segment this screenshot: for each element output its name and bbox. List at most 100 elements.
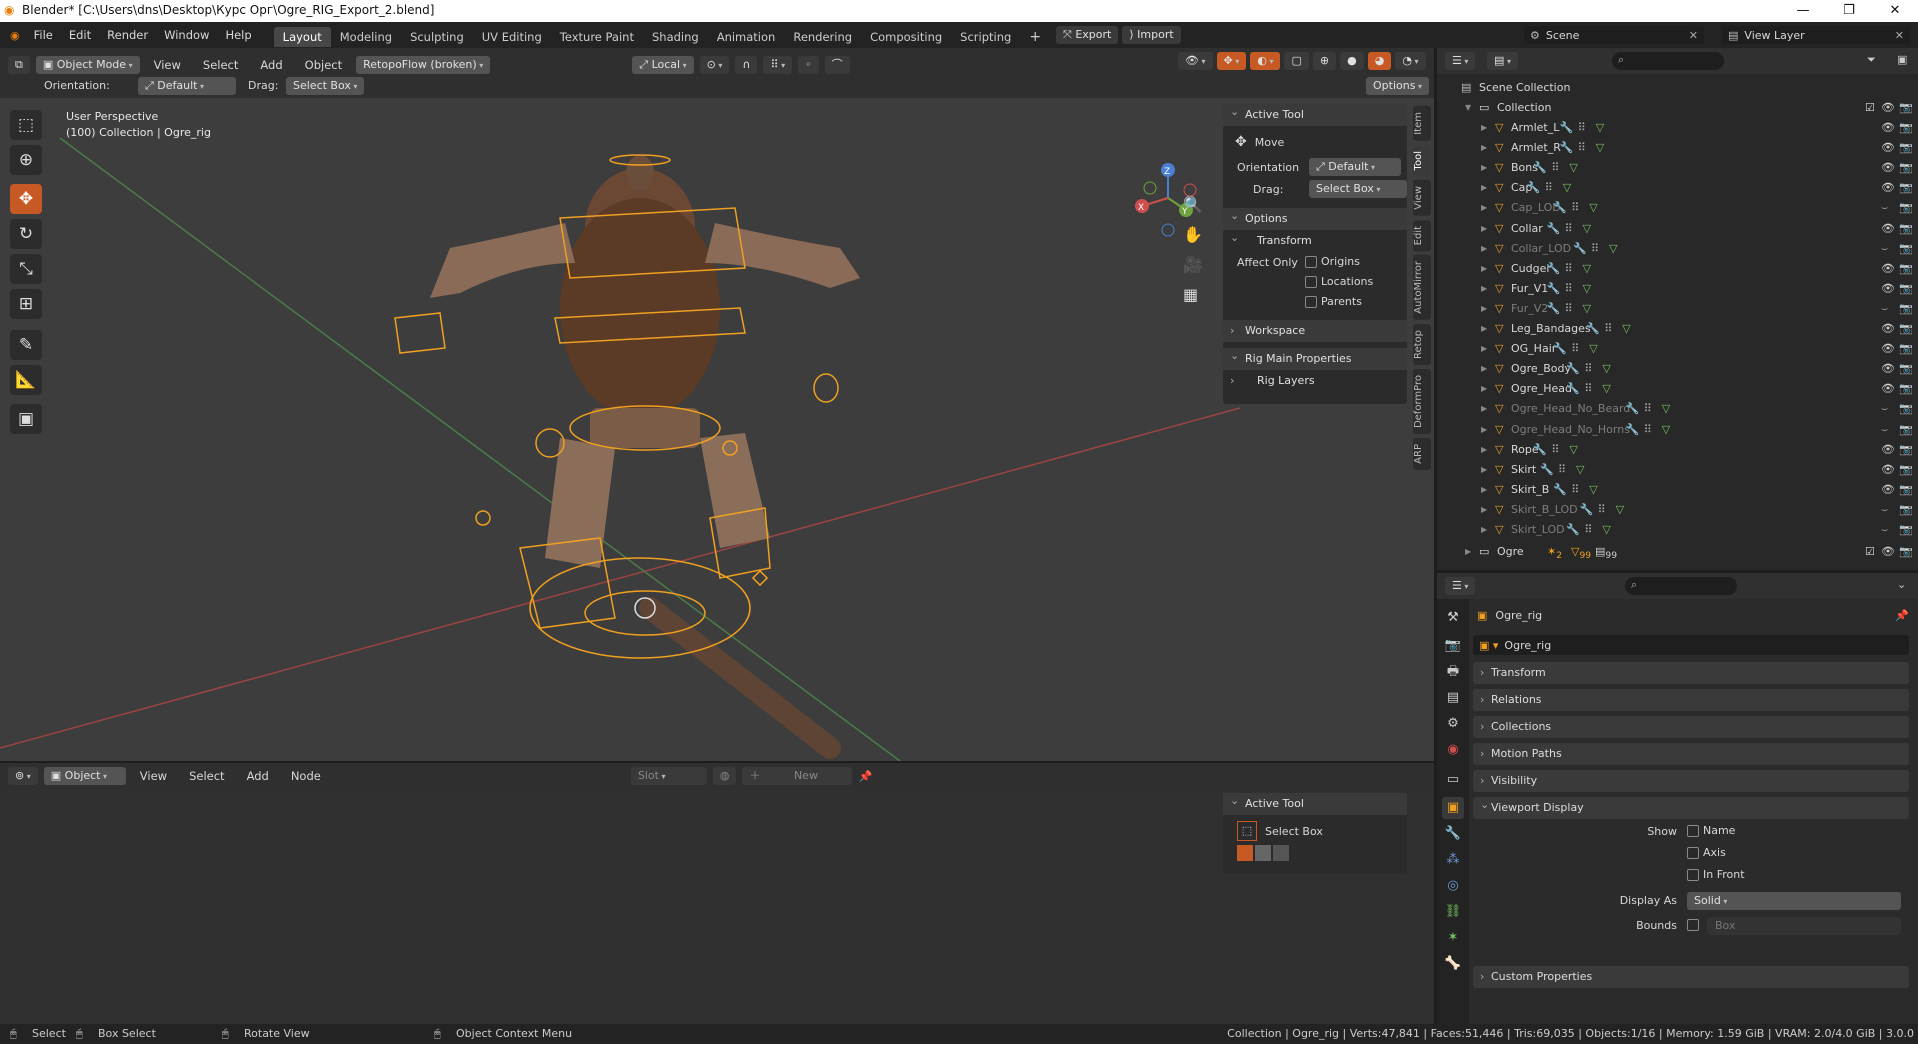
mesh-data-icon[interactable]: ▽ (1569, 440, 1577, 460)
vertex-group-icon[interactable]: ⠿ (1571, 480, 1579, 500)
expand-arrow-icon[interactable]: ▶ (1481, 500, 1487, 520)
vertex-group-icon[interactable]: ⠿ (1598, 500, 1606, 520)
vertex-group-icon[interactable]: ⠿ (1584, 359, 1592, 379)
mesh-data-icon[interactable]: ▽ (1602, 520, 1610, 540)
outliner-item[interactable]: ▶ ▽ Fur_V1 🔧 ⠿ ▽ 👁 📷 (1437, 279, 1918, 299)
affect-parents-checkbox[interactable]: Parents (1305, 295, 1362, 308)
vertex-group-icon[interactable]: ⠿ (1545, 178, 1553, 198)
show-in-front-checkbox[interactable]: In Front (1687, 868, 1745, 881)
camera-render-icon[interactable]: 📷 (1899, 542, 1913, 562)
modifier-wrench-icon[interactable]: 🔧 (1626, 420, 1640, 440)
outliner-item[interactable]: ▶ ▽ Skirt_LOD 🔧 ⠿ ▽ ⌣ 📷 (1437, 520, 1918, 540)
outliner-item[interactable]: ▶ ▽ Collar_LOD 🔧 ⠿ ▽ ⌣ 📷 (1437, 239, 1918, 259)
camera-render-icon[interactable]: 📷 (1899, 359, 1913, 379)
gizmo-toggle[interactable]: ✥ (1216, 52, 1247, 70)
retopoflow-menu[interactable]: RetopoFlow (broken) (356, 56, 491, 74)
maximize-button[interactable]: ❐ (1826, 0, 1872, 22)
sidebar-tab-arp[interactable]: ARP (1413, 438, 1431, 470)
mesh-data-icon[interactable]: ▽ (1583, 219, 1591, 239)
exclude-checkbox-icon[interactable]: ☑ (1865, 98, 1875, 118)
close-icon[interactable]: ✕ (1895, 29, 1910, 42)
ortho-grid-icon[interactable]: ▦ (1183, 285, 1198, 304)
view-layer-tab-icon[interactable]: ▤ (1442, 687, 1464, 709)
modifier-wrench-icon[interactable]: 🔧 (1553, 198, 1567, 218)
hidden-eye-icon[interactable]: ⌣ (1881, 239, 1888, 259)
modifier-wrench-icon[interactable]: 🔧 (1566, 359, 1580, 379)
modifier-wrench-icon[interactable]: 🔧 (1527, 178, 1541, 198)
object-tab-icon[interactable]: ▣ (1442, 797, 1464, 819)
mesh-data-icon[interactable]: ▽ (1589, 198, 1597, 218)
mesh-data-icon[interactable]: ▽ (1616, 500, 1624, 520)
mesh-data-icon[interactable]: ▽ (1563, 178, 1571, 198)
transform-section[interactable]: Transform (1473, 662, 1909, 684)
modifier-wrench-icon[interactable]: 🔧 (1547, 279, 1561, 299)
expand-arrow-icon[interactable]: ▶ (1481, 239, 1487, 259)
export-button[interactable]: ⤧ Export (1056, 26, 1119, 44)
menu-render[interactable]: Render (99, 22, 156, 48)
modifier-wrench-icon[interactable]: 🔧 (1547, 299, 1561, 319)
tab-rendering[interactable]: Rendering (784, 27, 861, 47)
outliner-item[interactable]: ▶ ▽ Skirt 🔧 ⠿ ▽ 👁 📷 (1437, 460, 1918, 480)
shader-menu-view[interactable]: View (132, 763, 175, 789)
expand-arrow-icon[interactable]: ▶ (1481, 399, 1487, 419)
mesh-data-icon[interactable]: ▽ (1589, 339, 1597, 359)
mesh-data-icon[interactable]: ▽ (1569, 158, 1577, 178)
snap-toggle[interactable]: ∩ (735, 56, 758, 74)
tab-scripting[interactable]: Scripting (951, 27, 1020, 47)
rig-layers-subheader[interactable]: Rig Layers (1223, 370, 1407, 392)
modifier-wrench-icon[interactable]: 🔧 (1540, 460, 1554, 480)
visibility-selector[interactable]: 👁 (1178, 52, 1213, 70)
expand-arrow-icon[interactable]: ▶ (1481, 178, 1487, 198)
expand-arrow-icon[interactable]: ▶ (1481, 158, 1487, 178)
particles-tab-icon[interactable]: ⁂ (1442, 849, 1464, 871)
falloff-selector[interactable]: ⌒ (824, 56, 850, 74)
camera-render-icon[interactable]: 📷 (1899, 339, 1913, 359)
vertex-group-icon[interactable]: ⠿ (1565, 259, 1573, 279)
tab-layout[interactable]: Layout (273, 26, 331, 47)
overlay-toggle[interactable]: ◐ (1250, 52, 1281, 70)
shader-editor[interactable]: ⊚ ▣ Object View Select Add Node Slot ◍ ＋… (0, 763, 1434, 1024)
modifiers-tab-icon[interactable]: 🔧 (1442, 823, 1464, 845)
outliner-item[interactable]: ▶ ▽ Cap 🔧 ⠿ ▽ 👁 📷 (1437, 178, 1918, 198)
mesh-data-icon[interactable]: ▽ (1589, 480, 1597, 500)
outliner-scene-collection[interactable]: ▤ Scene Collection (1437, 78, 1918, 98)
outliner-search-input[interactable]: ⌕ (1612, 52, 1724, 70)
expand-arrow-icon[interactable]: ▶ (1481, 440, 1487, 460)
outliner-item[interactable]: ▶ ▽ Armlet_R 🔧 ⠿ ▽ 👁 📷 (1437, 138, 1918, 158)
cursor-tool[interactable]: ⊕ (10, 145, 42, 175)
camera-render-icon[interactable]: 📷 (1899, 460, 1913, 480)
hidden-eye-icon[interactable]: ⌣ (1881, 420, 1888, 440)
outliner-item[interactable]: ▶ ▽ Ogre_Body 🔧 ⠿ ▽ 👁 📷 (1437, 359, 1918, 379)
eye-icon[interactable]: 👁 (1881, 379, 1895, 399)
xray-toggle[interactable]: ▢ (1284, 52, 1309, 70)
scale-tool[interactable]: ⤡ (10, 254, 42, 284)
eye-icon[interactable]: 👁 (1881, 158, 1895, 178)
outliner-item[interactable]: ▶ ▽ Leg_Bandages 🔧 ⠿ ▽ 👁 📷 (1437, 319, 1918, 339)
outliner-item[interactable]: ▶ ▽ Ogre_Head_No_Horns 🔧 ⠿ ▽ ⌣ 📷 (1437, 420, 1918, 440)
outliner-editor-type[interactable]: ☰ (1445, 52, 1476, 70)
affect-origins-checkbox[interactable]: Origins (1305, 255, 1360, 268)
world-tab-icon[interactable]: ◉ (1442, 739, 1464, 761)
shader-type-selector[interactable]: ▣ Object (43, 767, 126, 785)
tab-compositing[interactable]: Compositing (861, 27, 951, 47)
vertex-group-icon[interactable]: ⠿ (1584, 520, 1592, 540)
outliner-item[interactable]: ▶ ▽ Bons 🔧 ⠿ ▽ 👁 📷 (1437, 158, 1918, 178)
shader-menu-add[interactable]: Add (239, 763, 277, 789)
camera-render-icon[interactable]: 📷 (1899, 299, 1913, 319)
mesh-data-icon[interactable]: ▽ (1602, 359, 1610, 379)
vertex-group-icon[interactable]: ⠿ (1571, 198, 1579, 218)
sidebar-tab-item[interactable]: Item (1413, 106, 1431, 141)
sidebar-tab-tool[interactable]: Tool (1413, 144, 1431, 177)
filter-icon[interactable]: ⏷ (1867, 53, 1876, 67)
expand-arrow-icon[interactable]: ▶ (1481, 118, 1487, 138)
physics-tab-icon[interactable]: ◎ (1442, 875, 1464, 897)
affect-locations-checkbox[interactable]: Locations (1305, 275, 1373, 288)
eye-icon[interactable]: 👁 (1881, 138, 1895, 158)
mesh-data-icon[interactable]: ▽ (1583, 259, 1591, 279)
exclude-checkbox-icon[interactable]: ☑ (1865, 542, 1875, 562)
expand-arrow-icon[interactable]: ▶ (1481, 460, 1487, 480)
zoom-icon[interactable]: 🔍 (1183, 195, 1203, 214)
editor-type-button[interactable]: ⧉ (8, 56, 30, 74)
mesh-data-icon[interactable]: ▽ (1609, 239, 1617, 259)
shading-wireframe[interactable]: ⊕ (1312, 52, 1337, 70)
